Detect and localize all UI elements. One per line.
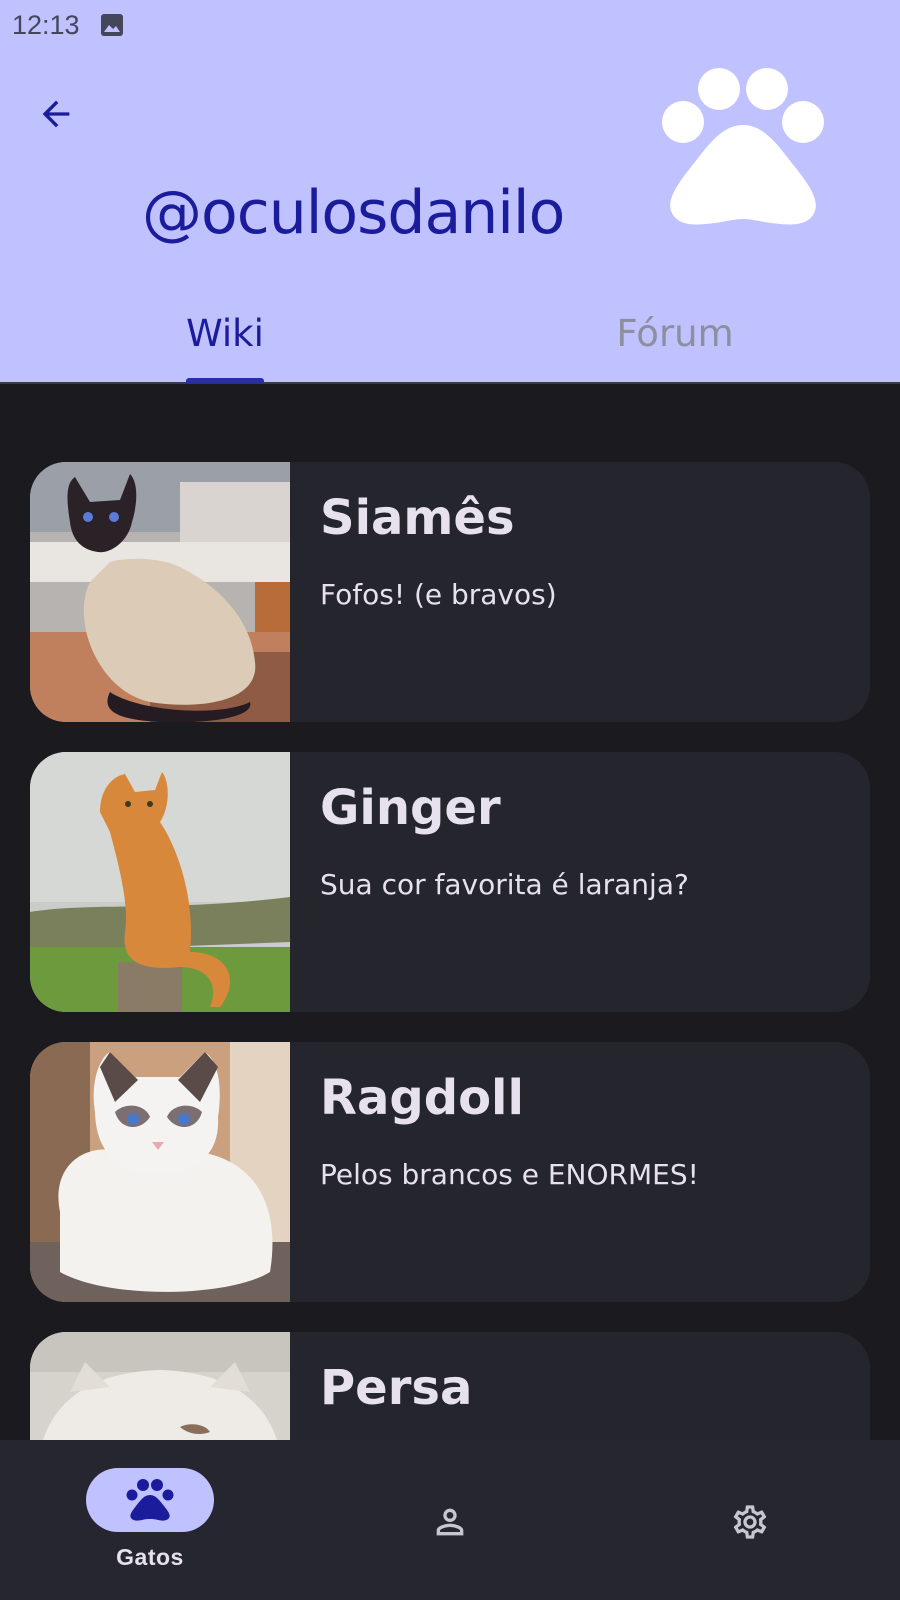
arrow-left-icon (42, 100, 70, 128)
cat-photo-persa (30, 1332, 290, 1440)
cat-list[interactable]: Siamês Fofos! (e bravos) Ginger Sua cor … (0, 386, 900, 1440)
ragdoll-cat-image (30, 1042, 290, 1302)
nav-active-indicator (86, 1468, 214, 1532)
cat-description: Pelos brancos e ENORMES! (320, 1158, 699, 1191)
tab-bar: Wiki Fórum (0, 300, 900, 384)
cat-card-persa[interactable]: Persa (30, 1332, 870, 1440)
paw-icon (662, 68, 824, 225)
cat-name: Ragdoll (320, 1070, 524, 1126)
cat-photo-siames (30, 462, 290, 722)
profile-handle: @oculosdanilo (142, 178, 565, 248)
cat-photo-ginger (30, 752, 290, 1012)
cat-description: Sua cor favorita é laranja? (320, 868, 689, 901)
siamese-cat-image (30, 462, 290, 722)
image-notification-icon (100, 14, 123, 36)
app-header: 12:13 @oculosdanilo Wiki Fórum (0, 0, 900, 384)
tab-wiki[interactable]: Wiki (150, 300, 300, 384)
cat-photo-ragdoll (30, 1042, 290, 1302)
gear-icon (733, 1505, 767, 1539)
status-bar: 12:13 (12, 8, 124, 42)
bottom-navigation: Gatos (0, 1440, 900, 1600)
paw-icon (126, 1479, 174, 1521)
person-icon (436, 1508, 464, 1536)
tab-forum[interactable]: Fórum (590, 300, 760, 384)
cat-card-ragdoll[interactable]: Ragdoll Pelos brancos e ENORMES! (30, 1042, 870, 1302)
cat-card-ginger[interactable]: Ginger Sua cor favorita é laranja? (30, 752, 870, 1012)
nav-item-gatos[interactable]: Gatos (40, 1440, 260, 1600)
tab-wiki-label: Wiki (186, 312, 264, 355)
status-time: 12:13 (12, 9, 80, 40)
nav-item-settings[interactable] (640, 1440, 860, 1600)
persian-cat-image (30, 1332, 290, 1440)
tab-indicator (186, 378, 264, 384)
nav-item-profile[interactable] (340, 1440, 560, 1600)
cat-name: Siamês (320, 490, 515, 546)
cat-name: Ginger (320, 780, 501, 836)
cat-card-siames[interactable]: Siamês Fofos! (e bravos) (30, 462, 870, 722)
ginger-cat-image (30, 752, 290, 1012)
cat-description: Fofos! (e bravos) (320, 578, 557, 611)
nav-label-gatos: Gatos (116, 1544, 184, 1570)
cat-name: Persa (320, 1360, 473, 1416)
tab-forum-label: Fórum (616, 312, 734, 355)
back-button[interactable] (30, 88, 82, 140)
